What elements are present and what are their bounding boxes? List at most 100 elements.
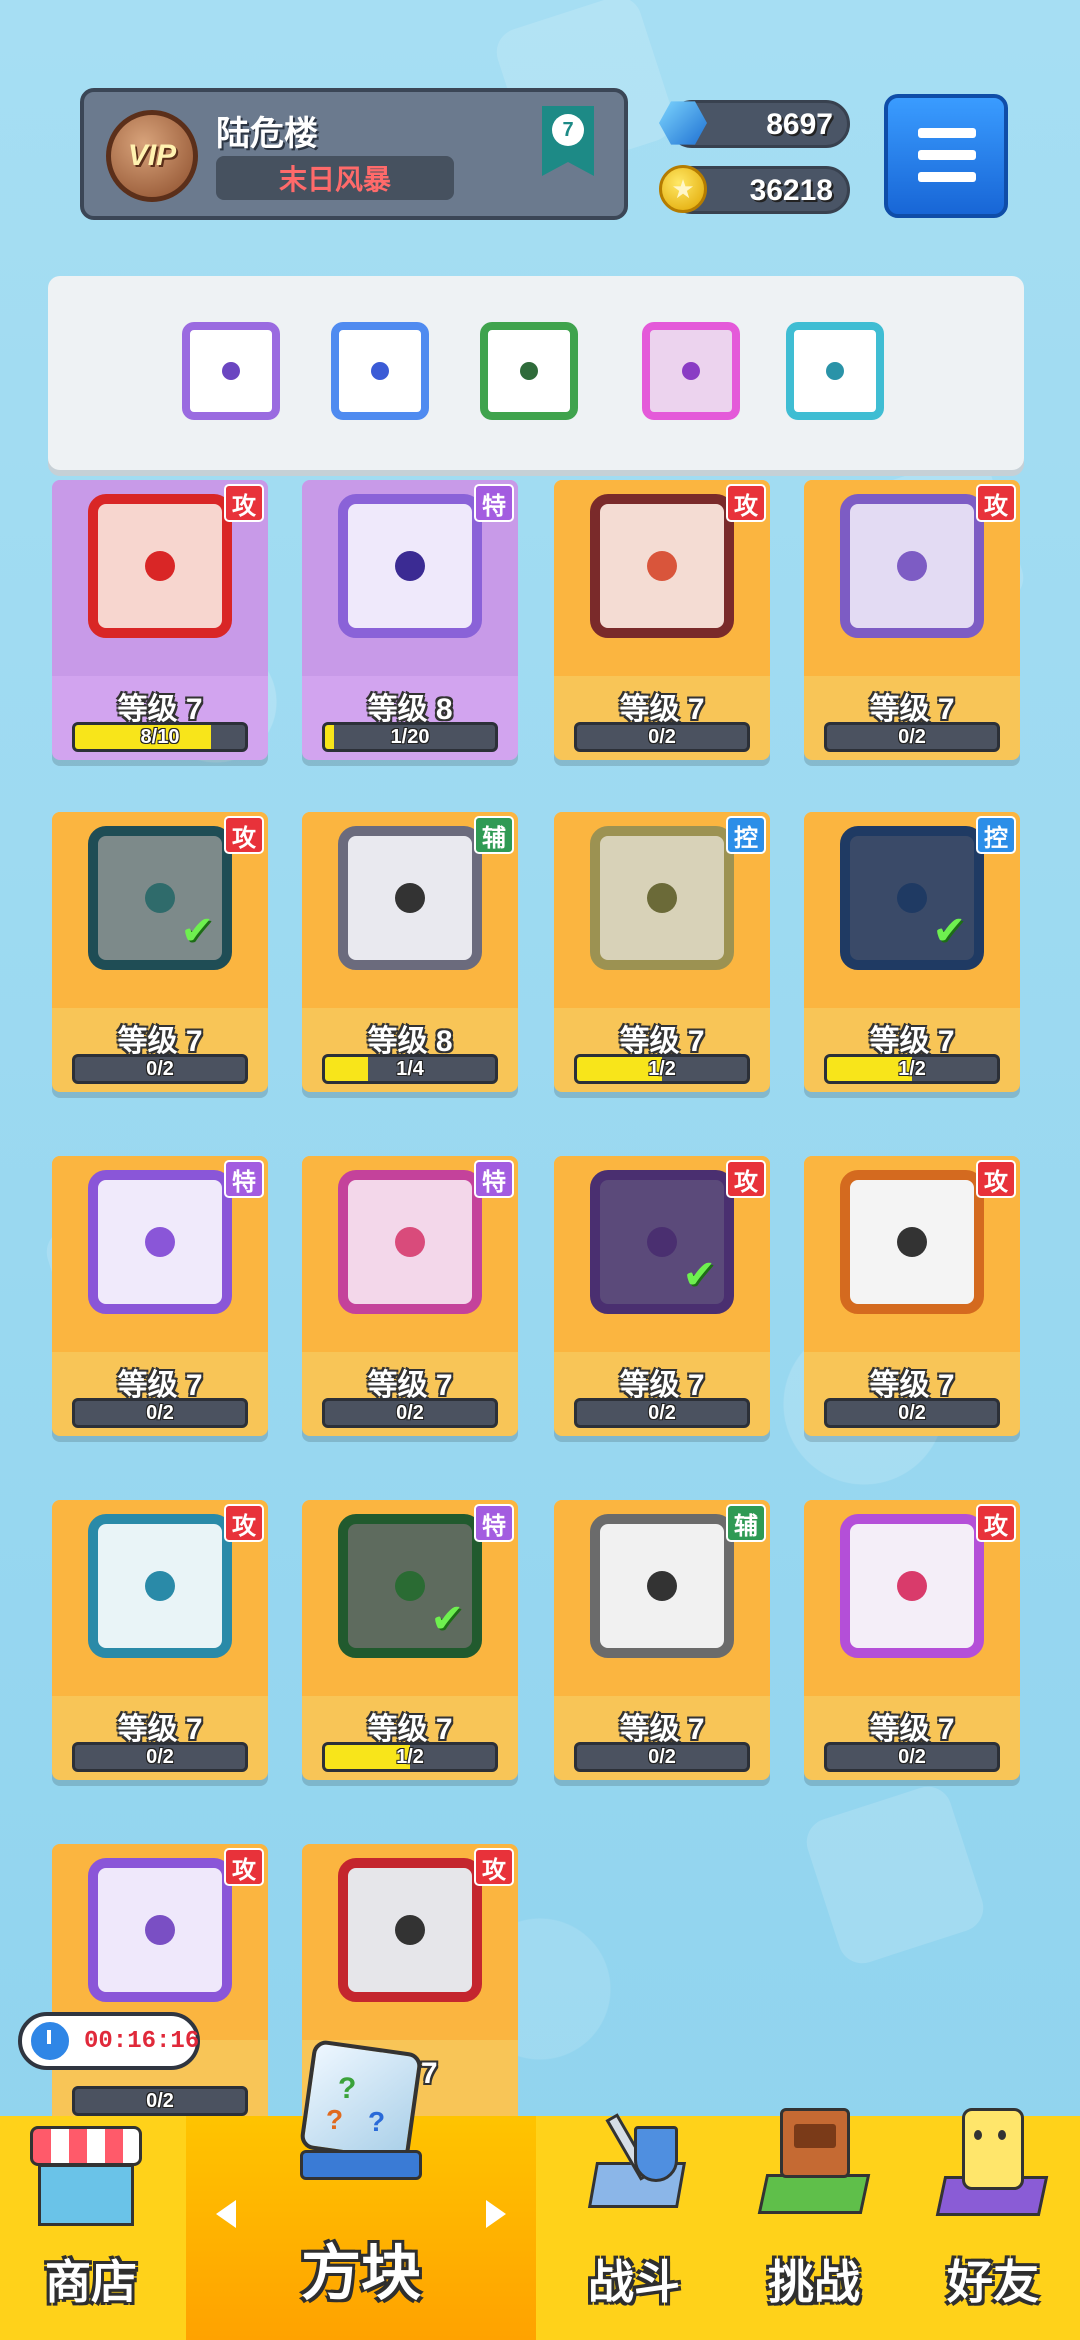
player-profile-panel[interactable]: VIP 陆危楼 末日风暴 7 [80, 88, 628, 220]
nav-battle-label: 战斗 [588, 2256, 680, 2308]
dice-card[interactable]: 攻等级 7 0/2 [804, 1156, 1020, 1436]
dice-card[interactable]: 攻等级 7 0/2 [804, 1500, 1020, 1780]
upgrade-progress-bar: 0/2 [824, 722, 1000, 752]
progress-text: 0/2 [898, 1746, 926, 1768]
progress-text: 0/2 [648, 1746, 676, 1768]
menu-button[interactable] [884, 94, 1008, 218]
progress-text: 1/20 [390, 726, 430, 748]
dice-type-tag: 特 [474, 1504, 514, 1542]
upgrade-progress-bar: 0/2 [574, 1398, 750, 1428]
upgrade-progress-bar: 1/20 [322, 722, 498, 752]
dice-pip-icon [897, 551, 927, 581]
dice-pip-icon [145, 883, 175, 913]
dice-type-tag: 攻 [976, 1160, 1016, 1198]
event-timer[interactable]: 00:16:16 [18, 2012, 200, 2070]
bottom-navigation: 商店 ? ? ? 方块 战斗 挑战 好友 [0, 2038, 1080, 2340]
nav-friends[interactable]: 好友 [906, 2108, 1080, 2340]
dice-icon [840, 1514, 984, 1658]
dice-type-tag: 特 [224, 1160, 264, 1198]
dice-card[interactable]: 特等级 8 1/20 [302, 480, 518, 760]
dice-pip-icon [395, 1571, 425, 1601]
hamburger-icon [918, 128, 976, 138]
player-title: 末日风暴 [216, 156, 454, 200]
dice-type-tag: 攻 [474, 1848, 514, 1886]
upgrade-progress-bar: 1/2 [322, 1742, 498, 1772]
dice-icon [840, 1170, 984, 1314]
dice-card[interactable]: ✔ 攻等级 7 0/2 [554, 1156, 770, 1436]
dice-card[interactable]: ✔ 攻等级 7 0/2 [52, 812, 268, 1092]
dice-card[interactable]: 攻等级 7 0/2 [52, 1500, 268, 1780]
dice-type-tag: 控 [726, 816, 766, 854]
nav-dice[interactable]: ? ? ? 方块 [186, 2038, 536, 2340]
dice-pip-icon [395, 1227, 425, 1257]
clock-icon [28, 2019, 72, 2063]
nav-shop-label: 商店 [45, 2256, 137, 2308]
dice-card[interactable]: ✔ 控等级 7 1/2 [804, 812, 1020, 1092]
progress-text: 0/2 [146, 1058, 174, 1080]
dice-pip-icon [145, 1227, 175, 1257]
equipped-dice-slot[interactable] [331, 322, 429, 420]
nav-challenge-label: 挑战 [768, 2256, 860, 2308]
hamburger-icon [918, 150, 976, 160]
dice-type-tag: 攻 [224, 1848, 264, 1886]
dice-pip-icon [145, 1915, 175, 1945]
dice-pip-icon [371, 362, 389, 380]
dice-icon [88, 494, 232, 638]
dice-card[interactable]: 攻等级 7 0/2 [554, 480, 770, 760]
equipped-deck-panel [48, 276, 1024, 470]
dice-pip-icon [647, 551, 677, 581]
nav-battle[interactable]: 战斗 [546, 2113, 722, 2340]
dice-pip-icon [897, 1571, 927, 1601]
dice-pip-icon [222, 362, 240, 380]
hamburger-icon [918, 172, 976, 182]
dice-type-tag: 特 [474, 1160, 514, 1198]
previous-arrow-icon[interactable] [216, 2200, 236, 2228]
equipped-dice-slot[interactable] [786, 322, 884, 420]
next-arrow-icon[interactable] [486, 2200, 506, 2228]
dice-card[interactable]: 攻 0/2 [52, 1844, 268, 2124]
upgrade-progress-bar: 0/2 [72, 1054, 248, 1084]
dice-icon [338, 1858, 482, 2002]
dice-card[interactable]: 攻等级 7 8/10 [52, 480, 268, 760]
upgrade-progress-bar: 0/2 [824, 1742, 1000, 1772]
progress-text: 0/2 [146, 1746, 174, 1768]
dice-pip-icon [826, 362, 844, 380]
dice-card[interactable]: 攻等级 7 0/2 [804, 480, 1020, 760]
progress-text: 0/2 [898, 1402, 926, 1424]
dice-card[interactable]: 特等级 7 0/2 [302, 1156, 518, 1436]
progress-text: 1/2 [898, 1058, 926, 1080]
dice-card[interactable]: 辅等级 7 0/2 [554, 1500, 770, 1780]
dice-card[interactable]: 特等级 7 0/2 [52, 1156, 268, 1436]
dice-card[interactable]: 控等级 7 1/2 [554, 812, 770, 1092]
equipped-dice-slot[interactable] [642, 322, 740, 420]
dice-pip-icon [647, 1571, 677, 1601]
equipped-dice-slot[interactable] [480, 322, 578, 420]
checkmark-icon: ✔ [430, 1597, 464, 1641]
dice-type-tag: 攻 [726, 484, 766, 522]
nav-friends-label: 好友 [947, 2256, 1039, 2308]
upgrade-progress-bar: 8/10 [72, 722, 248, 752]
dice-type-tag: 攻 [726, 1160, 766, 1198]
vip-badge[interactable]: VIP [106, 110, 198, 202]
nav-dice-label: 方块 [301, 2240, 421, 2307]
rank-ribbon-icon: 7 [542, 106, 594, 176]
upgrade-progress-bar: 0/2 [72, 2086, 248, 2116]
dice-icon: ✔ [338, 1514, 482, 1658]
equipped-dice-slot[interactable] [182, 322, 280, 420]
progress-text: 0/2 [898, 726, 926, 748]
progress-text: 1/2 [648, 1058, 676, 1080]
nav-challenge[interactable]: 挑战 [726, 2108, 902, 2340]
friend-character-icon [935, 2100, 1049, 2224]
dice-icon [338, 1170, 482, 1314]
dice-card[interactable]: ✔ 特等级 7 1/2 [302, 1500, 518, 1780]
dice-icon [840, 494, 984, 638]
progress-text: 1/2 [396, 1746, 424, 1768]
dice-pip-icon [897, 883, 927, 913]
progress-text: 0/2 [146, 1402, 174, 1424]
upgrade-progress-bar: 1/2 [824, 1054, 1000, 1084]
dice-type-tag: 攻 [976, 484, 1016, 522]
gem-counter[interactable]: 8697 [659, 100, 850, 148]
nav-shop[interactable]: 商店 [0, 2116, 182, 2340]
dice-card[interactable]: 辅等级 8 1/4 [302, 812, 518, 1092]
coin-counter[interactable]: ★ 36218 [659, 165, 850, 214]
